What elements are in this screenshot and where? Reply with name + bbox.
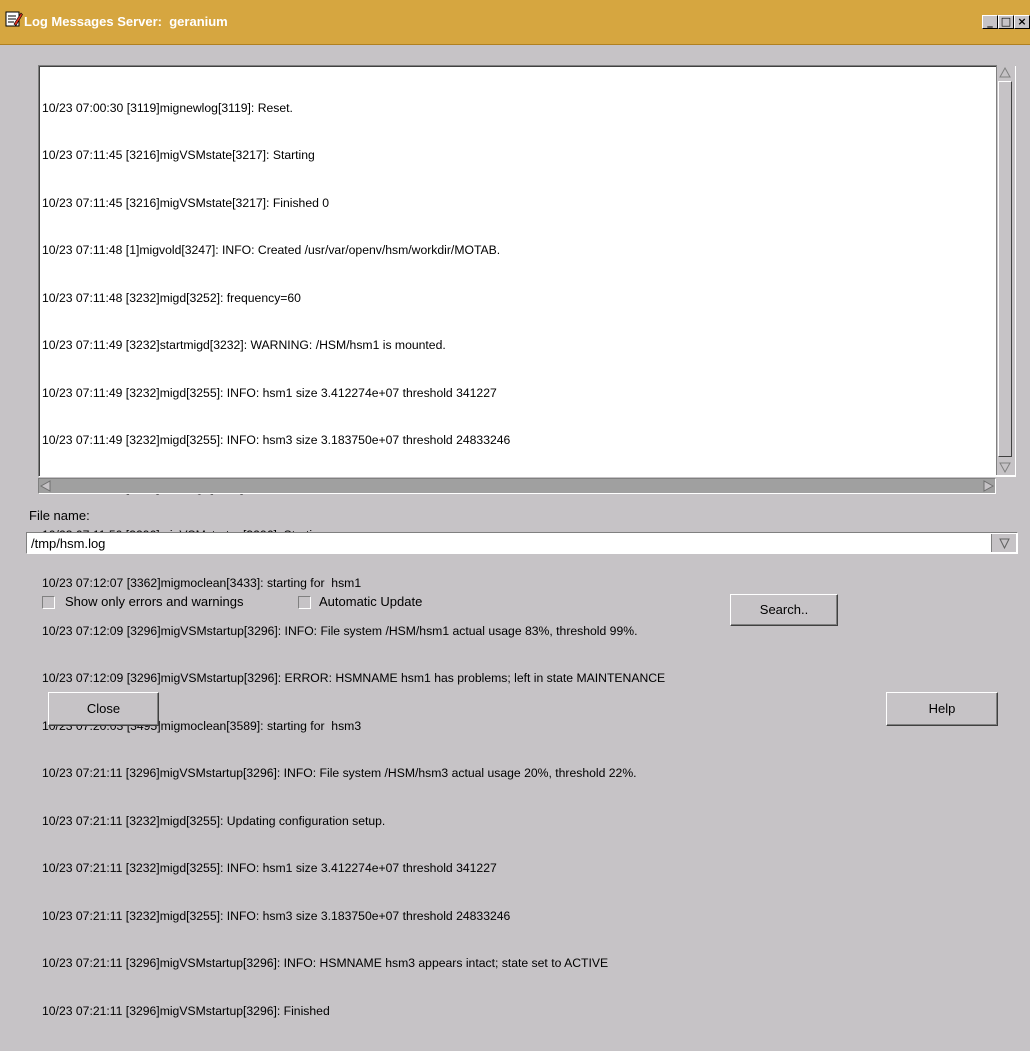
search-button[interactable]: Search..	[730, 594, 838, 626]
log-line: 10/23 07:12:09 [3296]migVSMstartup[3296]…	[42, 623, 638, 638]
log-line: 10/23 07:11:49 [3232]startmigd[3232]: WA…	[42, 338, 446, 353]
log-line: 10/23 07:00:30 [3119]mignewlog[3119]: Re…	[42, 100, 293, 115]
help-button[interactable]: Help	[886, 692, 998, 726]
scroll-left-icon[interactable]	[39, 479, 53, 493]
horizontal-scrollbar[interactable]	[38, 478, 996, 494]
title-bar[interactable]: Log Messages Server: geranium _ □ ×	[0, 0, 1030, 45]
minimize-icon: _	[987, 15, 993, 28]
vertical-scroll-thumb[interactable]	[998, 81, 1012, 457]
log-line: 10/23 07:21:11 [3232]migd[3255]: Updatin…	[42, 813, 386, 828]
close-button[interactable]: Close	[48, 692, 159, 726]
app-icon	[5, 11, 23, 27]
log-line: 10/23 07:11:48 [3232]migd[3252]: frequen…	[42, 290, 301, 305]
file-name-dropdown-button[interactable]	[991, 534, 1016, 552]
log-line: 10/23 07:21:11 [3296]migVSMstartup[3296]…	[42, 766, 637, 781]
show-errors-label[interactable]: Show only errors and warnings	[65, 594, 243, 609]
log-line: 10/23 07:11:49 [3232]migd[3255]: INFO: h…	[42, 433, 511, 448]
automatic-update-label[interactable]: Automatic Update	[319, 594, 422, 609]
log-line: 10/23 07:11:45 [3216]migVSMstate[3217]: …	[42, 148, 315, 163]
scroll-up-icon[interactable]	[998, 66, 1012, 80]
log-line: 10/23 07:12:07 [3362]migmoclean[3433]: s…	[42, 576, 362, 590]
file-name-label: File name:	[29, 508, 90, 523]
close-window-button[interactable]: ×	[1014, 15, 1030, 29]
log-line: 10/23 07:21:11 [3232]migd[3255]: INFO: h…	[42, 861, 497, 876]
file-name-combobox[interactable]: /tmp/hsm.log	[26, 532, 1018, 554]
log-line: 10/23 07:11:45 [3216]migVSMstate[3217]: …	[42, 195, 330, 210]
log-messages-window: Log Messages Server: geranium _ □ × 10/2…	[0, 0, 1030, 1018]
scroll-down-icon[interactable]	[998, 460, 1012, 474]
chevron-down-icon	[999, 538, 1010, 550]
log-lines: 10/23 07:00:30 [3119]mignewlog[3119]: Re…	[42, 69, 665, 1051]
log-line: 10/23 07:11:48 [1]migvold[3247]: INFO: C…	[42, 243, 501, 258]
show-errors-checkbox[interactable]	[42, 596, 55, 609]
automatic-update-checkbox[interactable]	[298, 596, 311, 609]
file-name-value[interactable]: /tmp/hsm.log	[31, 536, 105, 551]
maximize-button[interactable]: □	[998, 15, 1014, 29]
log-line: 10/23 07:21:11 [3296]migVSMstartup[3296]…	[42, 1003, 330, 1018]
log-text-area[interactable]: 10/23 07:00:30 [3119]mignewlog[3119]: Re…	[38, 65, 1016, 1018]
window-title: Log Messages Server: geranium	[24, 14, 228, 29]
log-line: 10/23 07:21:11 [3296]migVSMstartup[3296]…	[42, 956, 609, 971]
maximize-icon: □	[1000, 15, 1012, 28]
scroll-right-icon[interactable]	[981, 479, 995, 493]
minimize-button[interactable]: _	[982, 15, 998, 29]
close-icon: ×	[1017, 15, 1027, 28]
log-line: 10/23 07:11:49 [3232]migd[3255]: INFO: h…	[42, 385, 497, 400]
log-line: 10/23 07:21:11 [3232]migd[3255]: INFO: h…	[42, 908, 511, 923]
log-line: 10/23 07:12:09 [3296]migVSMstartup[3296]…	[42, 671, 666, 686]
vertical-scrollbar[interactable]	[996, 65, 1015, 475]
